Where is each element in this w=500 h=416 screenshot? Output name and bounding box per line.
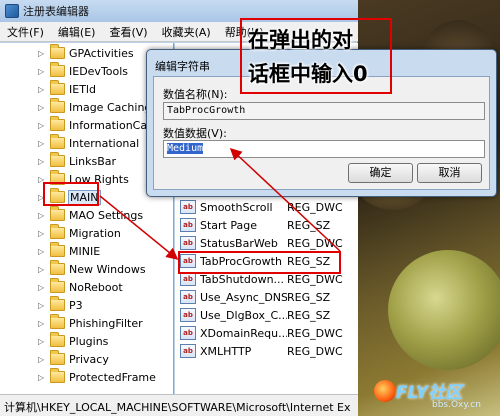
highlight-box-main — [43, 182, 99, 206]
window-title: 注册表编辑器 — [23, 5, 89, 18]
string-value-icon: ab — [180, 200, 196, 214]
value-row[interactable]: ab StatusBarWeb REG_DWC — [175, 234, 358, 252]
value-data-label: 数值数据(V): — [163, 127, 227, 140]
folder-icon — [50, 350, 65, 365]
expand-arrow-icon[interactable]: ▷ — [38, 247, 46, 256]
tree-item[interactable]: ▷ NoReboot — [0, 278, 173, 296]
folder-icon — [50, 116, 65, 131]
string-value-icon: ab — [180, 218, 196, 232]
expand-arrow-icon[interactable]: ▷ — [38, 319, 46, 328]
expand-arrow-icon[interactable]: ▷ — [38, 49, 46, 58]
tree-item[interactable]: ▷ Plugins — [0, 332, 173, 350]
menu-edit[interactable]: 编辑(E) — [51, 24, 103, 40]
instruction-text-line-1: 在弹出的对 — [248, 28, 353, 52]
tree-item[interactable]: ▷ MINIE — [0, 242, 173, 260]
expand-arrow-icon[interactable]: ▷ — [38, 283, 46, 292]
expand-arrow-icon[interactable]: ▷ — [38, 103, 46, 112]
expand-arrow-icon[interactable]: ▷ — [38, 157, 46, 166]
ok-button[interactable]: 确定 — [348, 163, 413, 183]
highlight-box-tabprocgrowth — [178, 251, 341, 274]
expand-arrow-icon[interactable]: ▷ — [38, 265, 46, 274]
folder-icon — [50, 314, 65, 329]
cancel-button[interactable]: 取消 — [417, 163, 482, 183]
value-row[interactable]: ab SmoothScroll REG_DWC — [175, 198, 358, 216]
folder-icon — [50, 242, 65, 257]
value-row[interactable]: ab XDomainRequ... REG_DWC — [175, 324, 358, 342]
menu-file[interactable]: 文件(F) — [0, 24, 51, 40]
expand-arrow-icon[interactable]: ▷ — [38, 139, 46, 148]
folder-icon — [50, 224, 65, 239]
menu-favorites[interactable]: 收藏夹(A) — [155, 24, 218, 40]
folder-icon — [50, 260, 65, 275]
string-value-icon: ab — [180, 290, 196, 304]
value-name-field: TabProcGrowth — [163, 102, 485, 120]
watermark-url: bbs.Oxy.cn — [432, 400, 481, 410]
expand-arrow-icon[interactable]: ▷ — [38, 211, 46, 220]
string-value-icon: ab — [180, 326, 196, 340]
folder-icon — [50, 80, 65, 95]
value-data-input[interactable]: Medium — [163, 140, 485, 158]
folder-icon — [50, 296, 65, 311]
value-row[interactable]: ab Use_DlgBox_C... REG_SZ — [175, 306, 358, 324]
string-value-icon: ab — [180, 308, 196, 322]
expand-arrow-icon[interactable]: ▷ — [38, 121, 46, 130]
tree-item[interactable]: ▷ Migration — [0, 224, 173, 242]
expand-arrow-icon[interactable]: ▷ — [38, 85, 46, 94]
tree-item[interactable]: ▷ Privacy — [0, 350, 173, 368]
tree-item[interactable]: ▷ PhishingFilter — [0, 314, 173, 332]
menu-view[interactable]: 查看(V) — [102, 24, 154, 40]
expand-arrow-icon[interactable]: ▷ — [38, 337, 46, 346]
value-row[interactable]: ab Start Page REG_SZ — [175, 216, 358, 234]
expand-arrow-icon[interactable]: ▷ — [38, 67, 46, 76]
string-value-icon: ab — [180, 236, 196, 250]
string-value-icon: ab — [180, 344, 196, 358]
expand-arrow-icon[interactable]: ▷ — [38, 229, 46, 238]
tree-item[interactable]: ▷ MAO Settings — [0, 206, 173, 224]
folder-icon — [50, 368, 65, 383]
instruction-text-line-2: 话框中输入0 — [248, 62, 368, 86]
dialog-title: 编辑字符串 — [155, 60, 210, 73]
string-value-icon: ab — [180, 272, 196, 286]
folder-icon — [50, 134, 65, 149]
folder-icon — [50, 44, 65, 59]
watermark: FLY社区 bbs.Oxy.cn — [374, 378, 498, 412]
selected-text: Medium — [167, 143, 204, 154]
status-bar-path: 计算机\HKEY_LOCAL_MACHINE\SOFTWARE\Microsof… — [0, 394, 358, 416]
expand-arrow-icon[interactable]: ▷ — [38, 373, 46, 382]
value-name-label: 数值名称(N): — [163, 88, 228, 101]
folder-icon — [50, 278, 65, 293]
value-row[interactable]: ab Use_Async_DNS REG_SZ — [175, 288, 358, 306]
tree-item[interactable]: ▷ ProtectedFrame — [0, 368, 173, 386]
folder-icon — [50, 152, 65, 167]
regedit-app-icon — [5, 4, 19, 18]
folder-icon — [50, 98, 65, 113]
desktop-decoration — [388, 250, 500, 370]
expand-arrow-icon[interactable]: ▷ — [38, 301, 46, 310]
tree-item[interactable]: ▷ New Windows — [0, 260, 173, 278]
folder-icon — [50, 62, 65, 77]
folder-icon — [50, 206, 65, 221]
tree-item[interactable]: ▷ P3 — [0, 296, 173, 314]
fly-logo-icon — [374, 380, 396, 402]
expand-arrow-icon[interactable]: ▷ — [38, 355, 46, 364]
value-row[interactable]: ab XMLHTTP REG_DWC — [175, 342, 358, 360]
folder-icon — [50, 332, 65, 347]
